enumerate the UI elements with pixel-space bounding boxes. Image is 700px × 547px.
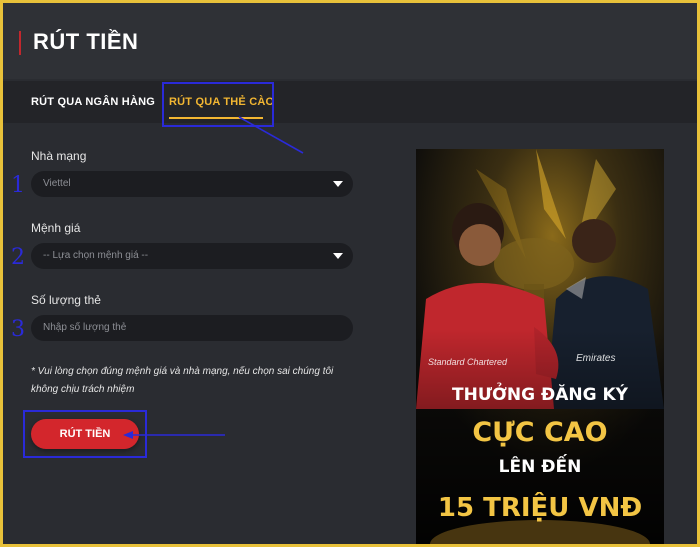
annotation-arrow-tab xyxy=(238,116,304,154)
left-jersey-text: Standard Chartered xyxy=(428,357,508,367)
banner-line-1: THƯỞNG ĐĂNG KÝ xyxy=(452,385,628,405)
app-frame: RÚT TIỀN RÚT QUA NGÂN HÀNG RÚT QUA THẺ C… xyxy=(3,3,697,544)
banner-line-2: CỰC CAO xyxy=(472,417,608,448)
right-jersey-text: Emirates xyxy=(576,353,616,364)
promo-banner[interactable]: Standard Chartered Emirates THƯỞNG ĐĂNG … xyxy=(416,149,664,544)
banner-line-3: LÊN ĐẾN xyxy=(498,457,582,477)
banner-artwork xyxy=(416,149,664,544)
banner-line-4: 15 TRIỆU VNĐ xyxy=(437,493,643,523)
arrow-head-icon xyxy=(123,431,133,439)
